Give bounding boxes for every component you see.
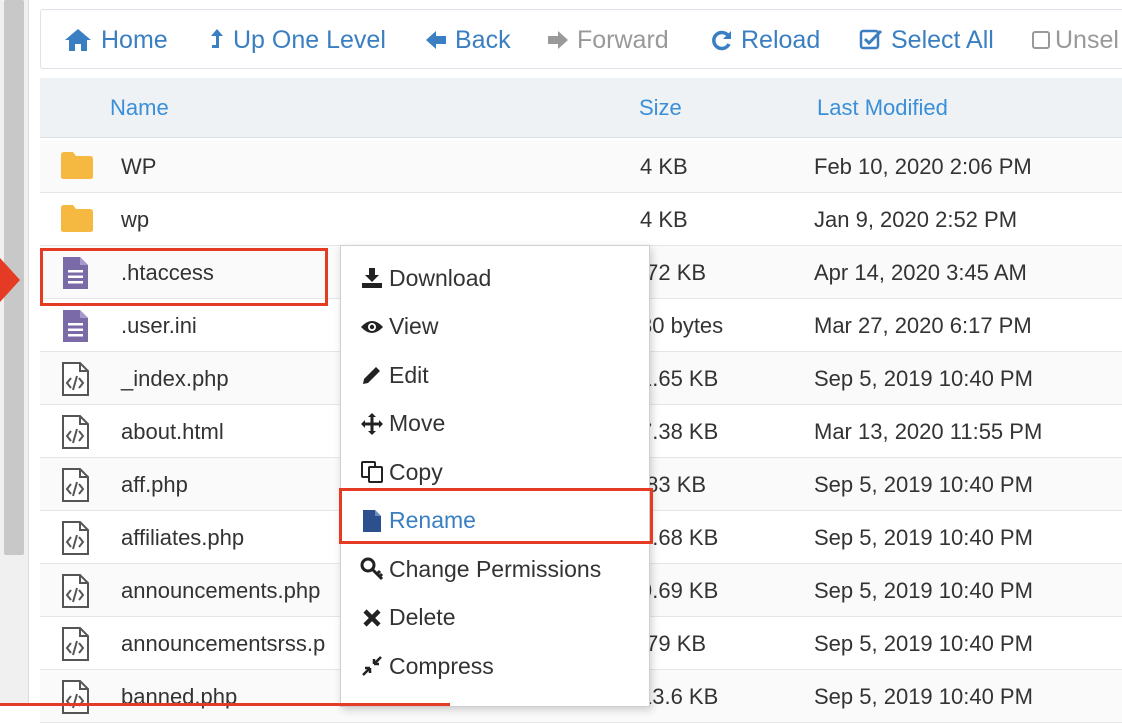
select-all-label: Select All xyxy=(891,25,994,54)
text-file-icon xyxy=(60,309,94,343)
menu-item-label: Move xyxy=(389,410,446,436)
unselect-all-label: Unsel xyxy=(1055,25,1119,54)
file-name[interactable]: .htaccess xyxy=(121,246,214,299)
file-size: 13.6 KB xyxy=(640,684,719,709)
back-button[interactable]: Back xyxy=(425,10,511,70)
code-file-icon xyxy=(60,468,94,502)
level-up-icon xyxy=(209,28,225,52)
code-file-icon xyxy=(60,574,94,608)
up-one-level-label: Up One Level xyxy=(233,25,386,54)
column-header-name[interactable]: Name xyxy=(110,78,169,138)
file-size: 7.38 KB xyxy=(640,419,719,444)
menu-item-view[interactable]: View xyxy=(341,303,651,351)
vertical-scrollbar[interactable] xyxy=(0,0,29,706)
folder-icon xyxy=(60,150,94,184)
file-last-modified: Apr 14, 2020 3:45 AM xyxy=(814,260,1027,285)
file-name[interactable]: banned.php xyxy=(121,670,237,723)
rename-file-icon xyxy=(359,509,385,533)
file-name[interactable]: wp xyxy=(121,193,149,246)
menu-item-label: Change Permissions xyxy=(389,555,602,582)
checkbox-checked-icon xyxy=(859,28,883,52)
home-label: Home xyxy=(101,25,168,54)
file-size: 9.69 KB xyxy=(640,578,719,603)
up-one-level-button[interactable]: Up One Level xyxy=(209,10,386,70)
red-pointer-arrow-icon xyxy=(0,258,20,302)
folder-icon xyxy=(60,203,94,237)
menu-item-move[interactable]: Move xyxy=(341,400,651,448)
table-header: Name Size Last Modified xyxy=(40,78,1122,138)
menu-item-edit[interactable]: Edit xyxy=(341,351,651,399)
file-last-modified: Sep 5, 2019 10:40 PM xyxy=(814,631,1033,656)
menu-item-label: Edit xyxy=(389,361,429,388)
file-size: 0.68 KB xyxy=(640,525,719,550)
file-last-modified: Sep 5, 2019 10:40 PM xyxy=(814,525,1033,550)
delete-x-icon xyxy=(359,608,385,628)
menu-item-delete[interactable]: Delete xyxy=(341,594,651,642)
file-size: 4 KB xyxy=(640,154,688,179)
file-name[interactable]: _index.php xyxy=(121,352,229,405)
file-name[interactable]: affiliates.php xyxy=(121,511,244,564)
file-context-menu: Download View Edit Move Copy Rename Change Per… xyxy=(340,245,650,707)
file-last-modified: Mar 13, 2020 11:55 PM xyxy=(814,419,1043,444)
forward-label: Forward xyxy=(577,25,669,54)
menu-item-label: View xyxy=(389,313,439,339)
checkbox-empty-icon xyxy=(1031,30,1051,50)
code-file-icon xyxy=(60,415,94,449)
menu-item-label: Delete xyxy=(389,604,456,630)
home-button[interactable]: Home xyxy=(63,10,168,70)
menu-item-label: Compress xyxy=(389,652,494,679)
file-last-modified: Sep 5, 2019 10:40 PM xyxy=(814,472,1033,497)
file-name[interactable]: about.html xyxy=(121,405,224,458)
code-file-icon xyxy=(60,521,94,555)
menu-item-rename[interactable]: Rename xyxy=(341,497,651,545)
reload-button[interactable]: Reload xyxy=(711,10,820,70)
menu-item-change-permissions[interactable]: Change Permissions xyxy=(341,545,651,593)
back-label: Back xyxy=(455,25,511,54)
pencil-icon xyxy=(359,364,385,386)
unselect-all-button[interactable]: Unsel xyxy=(1031,10,1119,70)
key-icon xyxy=(359,557,385,581)
arrow-right-icon xyxy=(547,29,569,51)
reload-icon xyxy=(711,29,733,51)
file-manager-toolbar: Home Up One Level Back Forward Reload Se… xyxy=(40,9,1122,69)
menu-item-label: Copy xyxy=(389,458,443,485)
code-file-icon xyxy=(60,362,94,396)
file-size: 30 bytes xyxy=(640,313,724,338)
file-name[interactable]: aff.php xyxy=(121,458,188,511)
copy-icon xyxy=(359,460,385,484)
code-file-icon xyxy=(60,627,94,661)
menu-item-label: Rename xyxy=(389,507,476,533)
file-last-modified: Sep 5, 2019 10:40 PM xyxy=(814,366,1033,391)
select-all-button[interactable]: Select All xyxy=(859,10,994,70)
column-header-size[interactable]: Size xyxy=(639,78,682,138)
eye-icon xyxy=(359,319,385,335)
menu-item-label: Download xyxy=(389,264,492,291)
file-last-modified: Sep 5, 2019 10:40 PM xyxy=(814,578,1033,603)
column-header-last-modified[interactable]: Last Modified xyxy=(817,78,948,138)
file-last-modified: Mar 27, 2020 6:17 PM xyxy=(814,313,1032,338)
reload-label: Reload xyxy=(741,25,821,54)
file-last-modified: Feb 10, 2020 2:06 PM xyxy=(814,154,1032,179)
file-last-modified: Jan 9, 2020 2:52 PM xyxy=(814,207,1018,232)
table-row[interactable]: wp 4 KB Jan 9, 2020 2:52 PM xyxy=(40,193,1122,246)
compress-icon xyxy=(359,655,385,677)
table-row[interactable]: WP 4 KB Feb 10, 2020 2:06 PM xyxy=(40,140,1122,193)
move-icon xyxy=(359,412,385,436)
file-name[interactable]: announcementsrss.p xyxy=(121,617,325,670)
file-size: 4 KB xyxy=(640,207,688,232)
download-icon xyxy=(359,267,385,289)
menu-item-download[interactable]: Download xyxy=(341,254,651,302)
file-name[interactable]: announcements.php xyxy=(121,564,320,617)
forward-button[interactable]: Forward xyxy=(547,10,669,70)
file-name[interactable]: .user.ini xyxy=(121,299,197,352)
menu-item-compress[interactable]: Compress xyxy=(341,642,651,690)
file-size: 1.65 KB xyxy=(640,366,719,391)
text-file-icon xyxy=(60,256,94,290)
menu-item-copy[interactable]: Copy xyxy=(341,448,651,496)
code-file-icon xyxy=(60,680,94,714)
arrow-left-icon xyxy=(425,29,447,51)
home-icon xyxy=(63,27,93,53)
file-name[interactable]: WP xyxy=(121,140,156,193)
file-last-modified: Sep 5, 2019 10:40 PM xyxy=(814,684,1033,709)
